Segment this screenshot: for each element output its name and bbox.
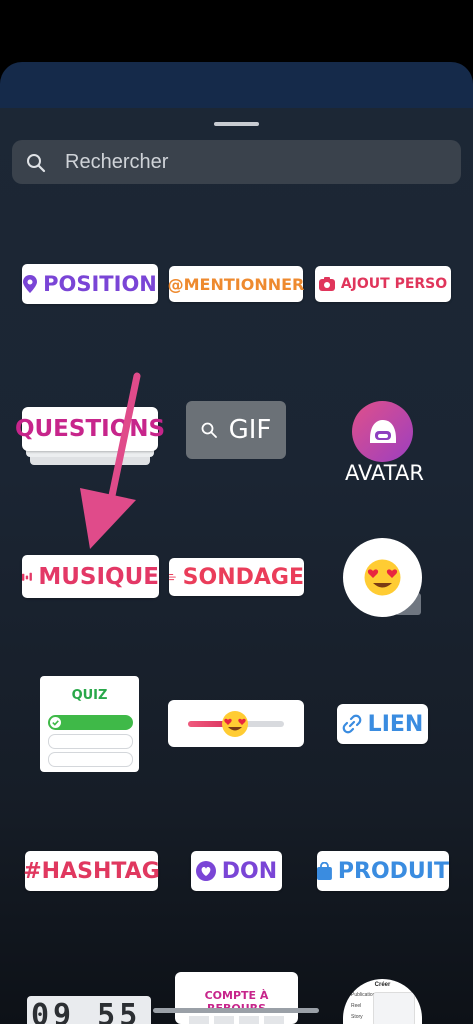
mention-label: @MENTIONNER <box>167 274 305 294</box>
heart-eyes-emoji-icon <box>364 559 401 596</box>
avatar-label: AVATAR <box>345 461 424 485</box>
camera-icon <box>318 277 335 291</box>
link-icon <box>342 714 361 734</box>
don-label: DON <box>221 858 278 884</box>
search-icon <box>201 422 217 438</box>
quiz-option <box>48 752 133 767</box>
produit-label: PRODUIT <box>337 858 449 884</box>
lien-label: LIEN <box>367 711 424 737</box>
search-bar[interactable]: Rechercher <box>12 140 461 184</box>
emoji-reaction-sticker[interactable] <box>343 538 422 617</box>
heart-eyes-emoji-icon <box>222 711 248 737</box>
location-pin-icon <box>23 275 38 293</box>
drag-handle[interactable] <box>214 122 259 126</box>
search-icon <box>27 154 46 173</box>
quiz-label: QUIZ <box>71 688 108 703</box>
quiz-sticker[interactable]: QUIZ <box>40 676 139 772</box>
countdown-sticker[interactable]: COMPTE À REBOURS <box>175 972 298 1024</box>
shopping-bag-icon <box>317 862 332 880</box>
creer-item: Reel <box>351 1003 362 1009</box>
quiz-option <box>48 734 133 749</box>
lien-sticker[interactable]: LIEN <box>337 704 428 744</box>
creer-title: Créer <box>374 982 391 988</box>
mention-sticker[interactable]: @MENTIONNER <box>167 266 305 302</box>
produit-sticker[interactable]: PRODUIT <box>317 851 449 891</box>
ajout-perso-sticker[interactable]: AJOUT PERSO <box>315 266 451 302</box>
gif-label: GIF <box>228 415 272 445</box>
heart-icon <box>195 861 216 881</box>
countdown-digits-sticker[interactable]: 09 55 <box>27 996 151 1024</box>
creer-item: Story <box>351 1014 363 1020</box>
musique-label: MUSIQUE <box>38 563 159 590</box>
position-sticker[interactable]: POSITION <box>22 264 158 304</box>
creer-item: Publication <box>351 992 376 998</box>
emoji-slider-sticker[interactable] <box>168 700 304 747</box>
poll-lines-icon <box>169 574 176 581</box>
hashtag-label: #HASHTAG <box>23 858 160 884</box>
don-sticker[interactable]: DON <box>191 851 282 891</box>
position-label: POSITION <box>43 272 157 296</box>
ajout-perso-label: AJOUT PERSO <box>340 276 448 292</box>
hashtag-sticker[interactable]: #HASHTAG <box>23 851 160 891</box>
sondage-sticker[interactable]: SONDAGE <box>169 558 304 596</box>
countdown-boxes <box>189 1016 284 1024</box>
check-icon <box>50 717 61 728</box>
music-bars-icon <box>22 572 32 581</box>
questions-sticker[interactable]: QUESTIONS <box>15 407 165 451</box>
avatar-icon[interactable] <box>352 401 413 462</box>
search-placeholder: Rechercher <box>65 151 169 173</box>
questions-label: QUESTIONS <box>14 416 166 442</box>
musique-sticker[interactable]: MUSIQUE <box>22 555 159 598</box>
avatar-face-icon <box>370 420 396 443</box>
countdown-digits: 09 55 <box>27 996 151 1024</box>
creer-preview <box>373 992 415 1024</box>
creer-sticker[interactable]: Créer Publication Reel Story <box>343 979 422 1024</box>
gif-sticker[interactable]: GIF <box>186 401 286 459</box>
scroll-indicator <box>153 1008 319 1013</box>
sondage-label: SONDAGE <box>182 564 304 590</box>
